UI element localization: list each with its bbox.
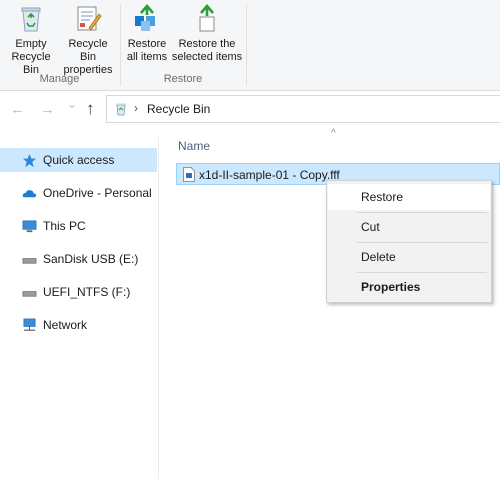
menu-item-properties[interactable]: Properties [328,274,490,300]
menu-item-restore[interactable]: Restore [328,184,490,210]
nav-item-quick-access[interactable]: Quick access [0,148,157,172]
restore-selected-label-1: Restore the [178,38,236,50]
menu-separator [357,272,487,273]
recycle-bin-properties-button[interactable]: Recycle Bin properties [60,2,116,77]
nav-item-label: UEFI_NTFS (F:) [43,285,131,299]
restore-all-label-2: all items [126,51,168,63]
nav-item-label: OneDrive - Personal [43,186,152,200]
manage-group: Empty Recycle Bin Recycle Bin properties… [0,0,119,90]
nav-item-onedrive[interactable]: OneDrive - Personal [0,181,157,205]
nav-item-label: Quick access [43,153,115,167]
computer-icon [22,220,37,233]
file-name: x1d-II-sample-01 - Copy.fff [199,168,340,182]
ribbon-divider [246,4,247,86]
forward-arrow-icon[interactable]: → [40,101,55,118]
empty-recycle-bin-button[interactable]: Empty Recycle Bin [3,2,59,77]
context-menu: Restore Cut Delete Properties [326,180,492,303]
file-icon [183,167,195,182]
cloud-icon [22,190,37,198]
breadcrumb-chevron-icon[interactable]: › [134,101,138,115]
restore-all-label-1: Restore [127,38,167,50]
sort-indicator-icon: ^ [331,128,336,139]
menu-separator [357,242,487,243]
breadcrumb-recycle-bin[interactable]: Recycle Bin [147,102,210,116]
menu-item-label: Properties [361,280,421,294]
up-arrow-icon[interactable]: ↑ [86,99,95,119]
navigation-pane: Quick access OneDrive - Personal This PC… [0,137,159,479]
drive-icon [22,291,37,297]
restore-selected-icon [199,4,215,32]
ribbon: Empty Recycle Bin Recycle Bin properties… [0,0,500,91]
nav-item-label: This PC [43,219,86,233]
restore-selected-label-2: selected items [171,51,243,63]
menu-item-label: Cut [361,220,380,234]
restore-group: Restore all items Restore the selected i… [121,0,245,90]
restore-all-items-button[interactable]: Restore all items [125,2,169,64]
nav-item-label: Network [43,318,88,332]
nav-item-label: SanDisk USB (E:) [43,252,139,266]
menu-separator [357,212,487,213]
navigation-bar: ← → ⌄ ↑ › Recycle Bin [0,91,500,129]
manage-group-label: Manage [39,73,80,85]
nav-item-uefi-ntfs[interactable]: UEFI_NTFS (F:) [0,280,157,304]
drive-icon [22,258,37,264]
menu-item-cut[interactable]: Cut [328,214,490,240]
recycle-bin-icon [21,7,41,32]
column-header-name[interactable]: Name [178,139,210,153]
menu-item-label: Restore [361,190,404,204]
recycle-bin-icon [116,103,126,116]
recent-locations-icon[interactable]: ⌄ [67,97,77,111]
menu-item-label: Delete [361,250,396,264]
empty-bin-label-1: Empty [15,38,47,50]
menu-item-delete[interactable]: Delete [328,244,490,270]
network-icon [23,318,36,331]
star-icon [22,153,37,168]
restore-group-label: Restore [163,73,203,85]
properties-icon [77,6,102,31]
nav-item-this-pc[interactable]: This PC [0,214,157,238]
address-bar[interactable]: › Recycle Bin [106,95,500,123]
nav-item-sandisk-usb[interactable]: SanDisk USB (E:) [0,247,157,271]
nav-item-network[interactable]: Network [0,313,157,337]
restore-all-icon [135,4,155,31]
restore-selected-items-button[interactable]: Restore the selected items [171,2,243,64]
properties-label-1: Recycle Bin [68,38,108,63]
back-arrow-icon[interactable]: ← [10,101,25,118]
